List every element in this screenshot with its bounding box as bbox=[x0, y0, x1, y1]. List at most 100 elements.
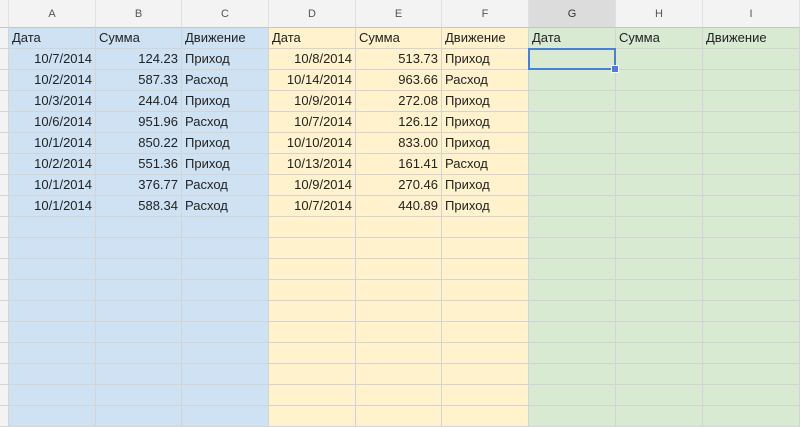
cell-h10[interactable] bbox=[616, 217, 703, 238]
cell-g7[interactable] bbox=[529, 154, 616, 175]
cell-i8[interactable] bbox=[703, 175, 800, 196]
cell-b3[interactable]: 587.33 bbox=[96, 70, 182, 91]
column-header-i[interactable]: I bbox=[703, 0, 800, 28]
cell-a15[interactable] bbox=[9, 322, 96, 343]
cell-e14[interactable] bbox=[356, 301, 442, 322]
cell-e12[interactable] bbox=[356, 259, 442, 280]
cell-d5[interactable]: 10/7/2014 bbox=[269, 112, 356, 133]
cell-a12[interactable] bbox=[9, 259, 96, 280]
cell-f8[interactable]: Приход bbox=[442, 175, 529, 196]
cell-h3[interactable] bbox=[616, 70, 703, 91]
cell-i4[interactable] bbox=[703, 91, 800, 112]
cell-f17[interactable] bbox=[442, 364, 529, 385]
cell-d19[interactable] bbox=[269, 406, 356, 427]
cell-f15[interactable] bbox=[442, 322, 529, 343]
cell-b5[interactable]: 951.96 bbox=[96, 112, 182, 133]
cell-e11[interactable] bbox=[356, 238, 442, 259]
cell-d4[interactable]: 10/9/2014 bbox=[269, 91, 356, 112]
select-all-corner[interactable] bbox=[0, 0, 9, 28]
row-header[interactable] bbox=[0, 217, 9, 238]
cell-a4[interactable]: 10/3/2014 bbox=[9, 91, 96, 112]
cell-g13[interactable] bbox=[529, 280, 616, 301]
cell-e19[interactable] bbox=[356, 406, 442, 427]
cell-b16[interactable] bbox=[96, 343, 182, 364]
row-header[interactable] bbox=[0, 112, 9, 133]
cell-i16[interactable] bbox=[703, 343, 800, 364]
cell-b6[interactable]: 850.22 bbox=[96, 133, 182, 154]
column-header-f[interactable]: F bbox=[442, 0, 529, 28]
cell-i11[interactable] bbox=[703, 238, 800, 259]
cell-g11[interactable] bbox=[529, 238, 616, 259]
row-header[interactable] bbox=[0, 133, 9, 154]
cell-h17[interactable] bbox=[616, 364, 703, 385]
cell-f5[interactable]: Приход bbox=[442, 112, 529, 133]
cell-e16[interactable] bbox=[356, 343, 442, 364]
cell-g10[interactable] bbox=[529, 217, 616, 238]
cell-c14[interactable] bbox=[182, 301, 269, 322]
cell-h13[interactable] bbox=[616, 280, 703, 301]
row-header[interactable] bbox=[0, 154, 9, 175]
cell-c16[interactable] bbox=[182, 343, 269, 364]
cell-c17[interactable] bbox=[182, 364, 269, 385]
row-header[interactable] bbox=[0, 175, 9, 196]
cell-g15[interactable] bbox=[529, 322, 616, 343]
cell-f14[interactable] bbox=[442, 301, 529, 322]
cell-g6[interactable] bbox=[529, 133, 616, 154]
cell-c9[interactable]: Расход bbox=[182, 196, 269, 217]
cell-g18[interactable] bbox=[529, 385, 616, 406]
cell-d3[interactable]: 10/14/2014 bbox=[269, 70, 356, 91]
cell-a16[interactable] bbox=[9, 343, 96, 364]
column-header-h[interactable]: H bbox=[616, 0, 703, 28]
cell-b9[interactable]: 588.34 bbox=[96, 196, 182, 217]
cell-i17[interactable] bbox=[703, 364, 800, 385]
cell-e10[interactable] bbox=[356, 217, 442, 238]
cell-g2[interactable] bbox=[529, 49, 616, 70]
cell-i14[interactable] bbox=[703, 301, 800, 322]
cell-e8[interactable]: 270.46 bbox=[356, 175, 442, 196]
cell-d15[interactable] bbox=[269, 322, 356, 343]
cell-g8[interactable] bbox=[529, 175, 616, 196]
cell-i9[interactable] bbox=[703, 196, 800, 217]
cell-i3[interactable] bbox=[703, 70, 800, 91]
cell-h8[interactable] bbox=[616, 175, 703, 196]
cell-a19[interactable] bbox=[9, 406, 96, 427]
row-header[interactable] bbox=[0, 364, 9, 385]
spreadsheet-grid[interactable]: ABCDEFGHI Дата Сумма Движение Дата Сумма Движ… bbox=[0, 0, 800, 427]
column-header-d[interactable]: D bbox=[269, 0, 356, 28]
cell-e4[interactable]: 272.08 bbox=[356, 91, 442, 112]
cell-d13[interactable] bbox=[269, 280, 356, 301]
cell-a5[interactable]: 10/6/2014 bbox=[9, 112, 96, 133]
cell-c7[interactable]: Приход bbox=[182, 154, 269, 175]
cell-c3[interactable]: Расход bbox=[182, 70, 269, 91]
cell-d16[interactable] bbox=[269, 343, 356, 364]
cell-a18[interactable] bbox=[9, 385, 96, 406]
cell-c12[interactable] bbox=[182, 259, 269, 280]
cell-b17[interactable] bbox=[96, 364, 182, 385]
cell-h12[interactable] bbox=[616, 259, 703, 280]
cell-a6[interactable]: 10/1/2014 bbox=[9, 133, 96, 154]
cell-e17[interactable] bbox=[356, 364, 442, 385]
cell-h1[interactable]: Сумма bbox=[616, 28, 703, 49]
cell-g12[interactable] bbox=[529, 259, 616, 280]
cell-g4[interactable] bbox=[529, 91, 616, 112]
cell-i12[interactable] bbox=[703, 259, 800, 280]
cell-c13[interactable] bbox=[182, 280, 269, 301]
cell-c19[interactable] bbox=[182, 406, 269, 427]
cell-b2[interactable]: 124.23 bbox=[96, 49, 182, 70]
cell-g16[interactable] bbox=[529, 343, 616, 364]
cell-a8[interactable]: 10/1/2014 bbox=[9, 175, 96, 196]
cell-h9[interactable] bbox=[616, 196, 703, 217]
row-header[interactable] bbox=[0, 343, 9, 364]
cell-f12[interactable] bbox=[442, 259, 529, 280]
cell-f16[interactable] bbox=[442, 343, 529, 364]
cell-e15[interactable] bbox=[356, 322, 442, 343]
cell-f7[interactable]: Расход bbox=[442, 154, 529, 175]
cell-i7[interactable] bbox=[703, 154, 800, 175]
cell-i18[interactable] bbox=[703, 385, 800, 406]
cell-g17[interactable] bbox=[529, 364, 616, 385]
cell-h16[interactable] bbox=[616, 343, 703, 364]
column-header-e[interactable]: E bbox=[356, 0, 442, 28]
cell-i1[interactable]: Движение bbox=[703, 28, 800, 49]
cell-i15[interactable] bbox=[703, 322, 800, 343]
row-header[interactable] bbox=[0, 280, 9, 301]
